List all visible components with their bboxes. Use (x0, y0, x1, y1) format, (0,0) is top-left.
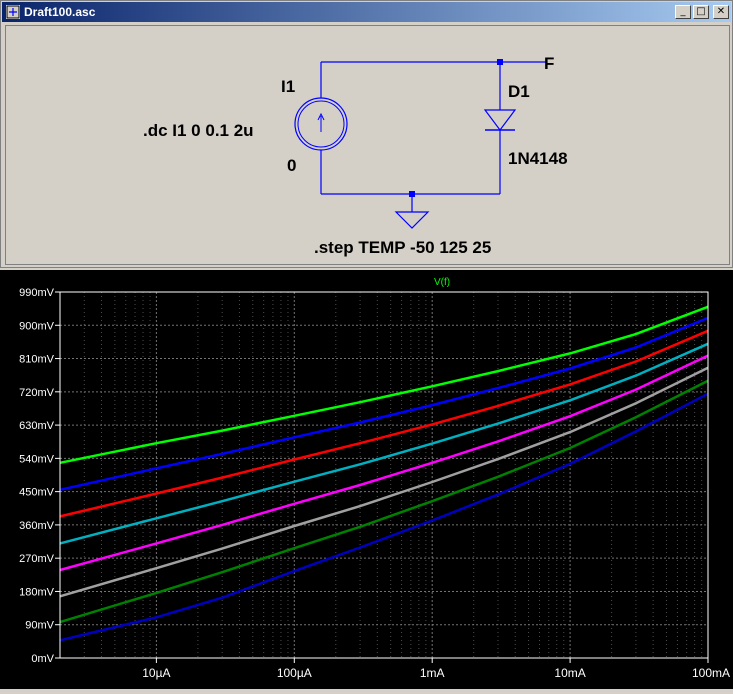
diode-name-label[interactable]: D1 (508, 82, 530, 101)
y-tick-label: 900mV (19, 320, 55, 332)
plot-grid (59, 291, 709, 659)
x-tick-label: 10mA (554, 666, 585, 680)
trace-temp-step-2[interactable] (59, 316, 709, 492)
junction-dot (409, 191, 415, 197)
x-tick-label: 100µA (277, 666, 312, 680)
y-tick-label: 360mV (19, 520, 55, 532)
y-tick-label: 630mV (19, 420, 55, 432)
diode-model-label[interactable]: 1N4148 (508, 149, 568, 168)
step-directive[interactable]: .step TEMP -50 125 25 (314, 238, 491, 257)
source-value-label[interactable]: 0 (287, 156, 296, 175)
maximize-button[interactable]: □ (693, 5, 709, 19)
schematic-window: Draft100.asc _ □ ✕ I1 0 .dc I1 0 0.1 2u … (0, 0, 733, 268)
y-tick-label: 270mV (19, 553, 55, 565)
schematic-icon (6, 5, 20, 19)
title-bar[interactable]: Draft100.asc _ □ ✕ (2, 2, 731, 22)
current-source-symbol[interactable] (294, 97, 348, 151)
ground-symbol[interactable] (394, 211, 430, 229)
plot-frame (59, 291, 709, 659)
y-axis-labels: 0mV 90mV 180mV 270mV 360mV 450mV 540mV 630mV 720… (19, 287, 60, 665)
x-tick-label: 10µA (142, 666, 170, 680)
source-name-label[interactable]: I1 (281, 77, 295, 96)
x-axis-labels: 10µA 100µA 1mA 10mA 100mA (142, 658, 730, 680)
minimize-button[interactable]: _ (675, 5, 691, 19)
x-tick-label: 1mA (420, 666, 445, 680)
schematic-canvas[interactable]: I1 0 .dc I1 0 0.1 2u D1 1N4148 F .step T… (5, 25, 730, 265)
window-title: Draft100.asc (24, 5, 96, 19)
x-tick-label: 100mA (692, 666, 730, 680)
waveform-window[interactable]: 0mV 90mV 180mV 270mV 360mV 450mV 540mV 630mV 720… (0, 270, 733, 689)
y-tick-label: 90mV (25, 620, 54, 632)
schematic-drawing: I1 0 .dc I1 0 0.1 2u D1 1N4148 F .step T… (143, 54, 568, 257)
waveform-plot[interactable]: 0mV 90mV 180mV 270mV 360mV 450mV 540mV 630mV 720… (0, 270, 733, 689)
junction-dot (497, 59, 503, 65)
y-tick-label: 0mV (31, 653, 54, 665)
trace-temp-step-6[interactable] (59, 366, 709, 598)
y-tick-label: 450mV (19, 487, 55, 499)
y-tick-label: 810mV (19, 354, 55, 366)
plot-traces (59, 305, 709, 642)
diode-symbol[interactable] (483, 109, 517, 131)
y-tick-label: 720mV (19, 387, 55, 399)
net-label-f[interactable]: F (544, 54, 554, 73)
trace-title[interactable]: V(f) (434, 277, 450, 288)
y-tick-label: 540mV (19, 453, 55, 465)
dc-directive[interactable]: .dc I1 0 0.1 2u (143, 121, 254, 140)
y-tick-label: 180mV (19, 586, 55, 598)
y-tick-label: 990mV (19, 287, 55, 299)
close-button[interactable]: ✕ (713, 5, 729, 19)
